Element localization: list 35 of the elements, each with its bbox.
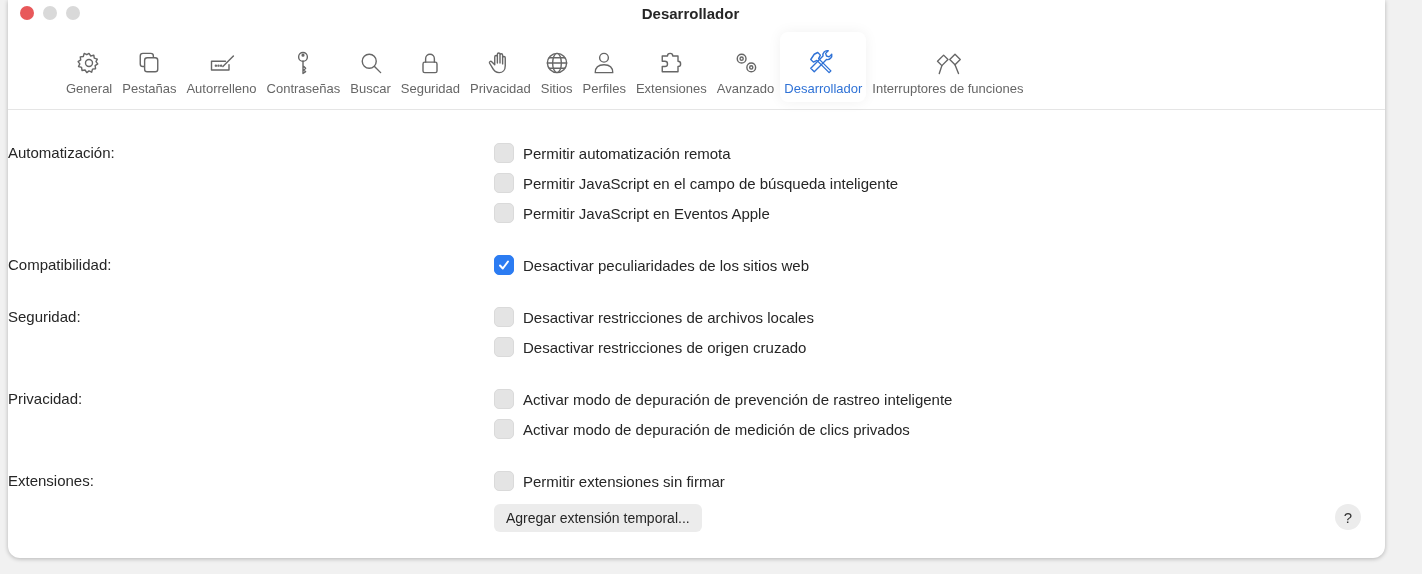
checkbox-label: Permitir JavaScript en el campo de búsqueda inteligente [523, 174, 899, 192]
close-button[interactable] [20, 6, 34, 20]
checkbox-label: Activar modo de depuración de prevención de rastreo inteligente [523, 390, 953, 408]
section-label: Automatización: [8, 144, 115, 161]
help-button[interactable]: ? [1335, 504, 1361, 530]
section-label: Privacidad: [8, 390, 83, 407]
add-extension-button[interactable]: Agregar extensión temporal... [494, 504, 702, 532]
section-label: Compatibilidad: [8, 256, 112, 273]
minimize-button[interactable] [43, 6, 57, 20]
checkbox-label: Activar modo de depuración de medición de clics privados [523, 420, 910, 438]
checkmark-icon [498, 259, 510, 271]
checkbox-label: Desactivar restricciones de archivos locales [523, 308, 814, 326]
toolbar-tab[interactable]: Sitios [536, 32, 577, 102]
section-label: Extensiones: [8, 472, 94, 489]
toolbar-tab[interactable]: Interruptores de funciones [868, 32, 1028, 102]
zoom-button[interactable] [66, 6, 80, 20]
toolbar-tab[interactable]: Autorrelleno [182, 32, 261, 102]
checkbox-label: Desactivar peculiaridades de los sitios web [523, 256, 809, 274]
toolbar-tab[interactable]: Pestañas [118, 32, 181, 102]
toolbar-tab[interactable]: Contraseñas [262, 32, 345, 102]
checkbox-label: Desactivar restricciones de origen cruzado [523, 338, 807, 356]
checkbox[interactable] [494, 255, 514, 275]
toolbar-tab[interactable]: Seguridad [396, 32, 465, 102]
toolbar-tab[interactable]: Extensiones [631, 32, 711, 102]
checkbox-label: Permitir extensiones sin firmar [523, 472, 725, 490]
checkbox-label: Permitir automatización remota [523, 144, 731, 162]
window-title: Desarrollador [640, 4, 741, 22]
section-label: Seguridad: [8, 308, 81, 325]
toolbar-tab[interactable]: Desarrollador [780, 32, 867, 102]
checkbox-label: Permitir JavaScript en Eventos Apple [523, 204, 770, 222]
toolbar-tab[interactable]: General [62, 32, 117, 102]
toolbar-tab[interactable]: Buscar [346, 32, 395, 102]
toolbar-tab[interactable]: Privacidad [466, 32, 535, 102]
toolbar-tab[interactable]: Avanzado [712, 32, 779, 102]
toolbar-tab[interactable]: Perfiles [578, 32, 630, 102]
